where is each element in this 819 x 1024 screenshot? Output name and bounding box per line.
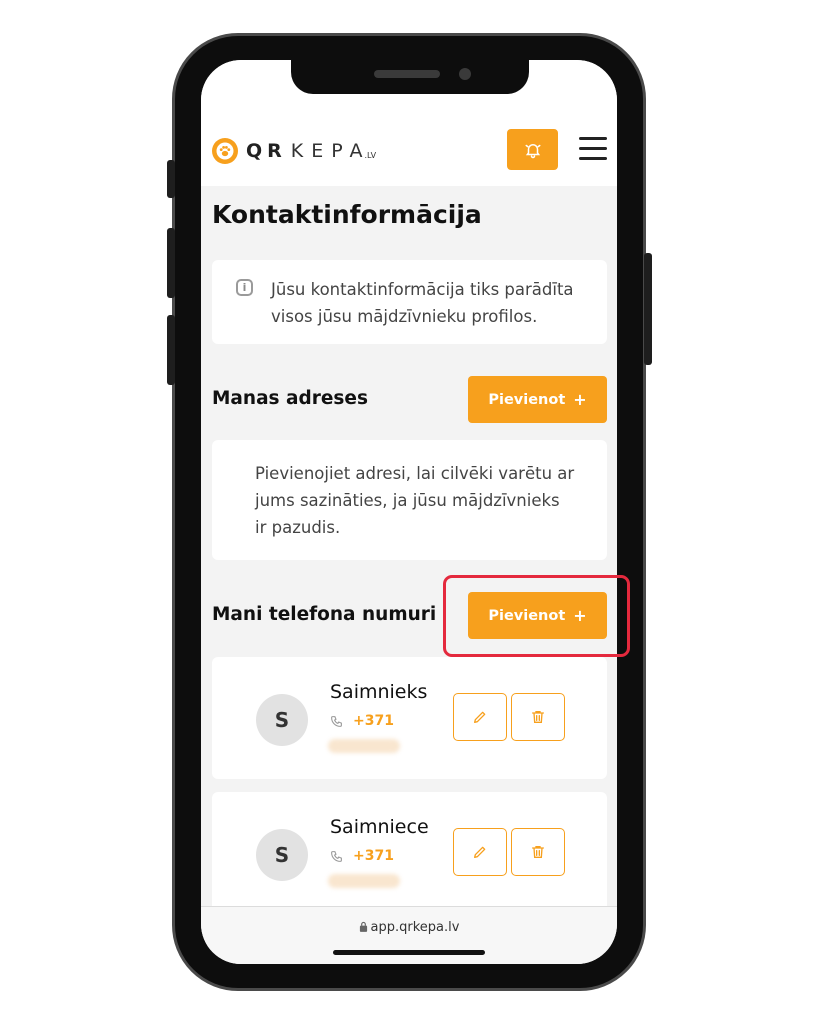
delete-phone-button[interactable]: [511, 693, 565, 741]
add-address-button[interactable]: Pievienot +: [468, 376, 607, 423]
hamburger-menu-button[interactable]: [579, 137, 607, 161]
pencil-icon: [474, 846, 486, 858]
phone-volume-down: [167, 315, 175, 385]
trash-icon: [532, 846, 544, 858]
bell-icon: [525, 143, 540, 158]
phone-number: +371: [353, 713, 394, 729]
hamburger-menu-icon: [579, 137, 607, 140]
redacted-number: [328, 874, 400, 888]
avatar: S: [256, 694, 308, 746]
addresses-section-title: Manas adreses: [212, 388, 368, 409]
edit-phone-button[interactable]: [453, 828, 507, 876]
browser-bottom-bar: app.qrkepa.lv: [201, 906, 617, 964]
notifications-button[interactable]: [507, 129, 558, 170]
phone-camera: [459, 68, 471, 80]
avatar: S: [256, 829, 308, 881]
paw-logo-icon: [212, 138, 238, 164]
plus-icon: +: [573, 390, 587, 409]
logo-lv-text: .LV: [364, 151, 377, 160]
phone-number: +371: [353, 848, 394, 864]
contact-name: Saimnieks: [330, 681, 428, 703]
logo-kepa-text: KEPA: [290, 140, 371, 162]
edit-phone-button[interactable]: [453, 693, 507, 741]
add-address-label: Pievienot: [488, 391, 566, 408]
url-text: app.qrkepa.lv: [370, 920, 460, 935]
trash-icon: [532, 711, 544, 723]
info-card: i Jūsu kontaktinformācija tiks parādīta …: [212, 260, 607, 344]
redacted-number: [328, 739, 400, 753]
phones-section-title: Mani telefona numuri: [212, 604, 437, 625]
pencil-icon: [474, 711, 486, 723]
addresses-empty-text: Pievienojiet adresi, lai cilvēki varētu …: [255, 464, 575, 537]
page-title: Kontaktinformācija: [212, 200, 482, 229]
highlight-annotation: [443, 575, 630, 657]
delete-phone-button[interactable]: [511, 828, 565, 876]
lock-icon: [359, 921, 367, 932]
logo-qr-text: QR: [246, 140, 287, 162]
phone-number-row: +371: [330, 848, 394, 864]
phone-number-row: +371: [330, 713, 394, 729]
home-indicator[interactable]: [333, 950, 485, 955]
phone-silent-switch: [167, 160, 175, 198]
hamburger-line: [579, 157, 607, 160]
phone-icon: [331, 715, 342, 727]
phone-volume-up: [167, 228, 175, 298]
phone-contact-card: S Saimniece +371: [212, 792, 607, 914]
qrkepa-logo[interactable]: QR KEPA .LV: [212, 136, 376, 166]
phone-screen: QR KEPA .LV Kontaktinformācija i Jūsu ko…: [201, 60, 617, 964]
phone-power-button: [644, 253, 652, 365]
info-icon: i: [236, 279, 253, 296]
phone-contact-card: S Saimnieks +371: [212, 657, 607, 779]
phone-speaker: [374, 70, 440, 78]
phone-icon: [331, 850, 342, 862]
addresses-empty-card: Pievienojiet adresi, lai cilvēki varētu …: [212, 440, 607, 560]
hamburger-line: [579, 147, 607, 150]
browser-url-bar[interactable]: app.qrkepa.lv: [201, 920, 617, 935]
info-text: Jūsu kontaktinformācija tiks parādīta vi…: [271, 280, 574, 326]
contact-name: Saimniece: [330, 816, 429, 838]
